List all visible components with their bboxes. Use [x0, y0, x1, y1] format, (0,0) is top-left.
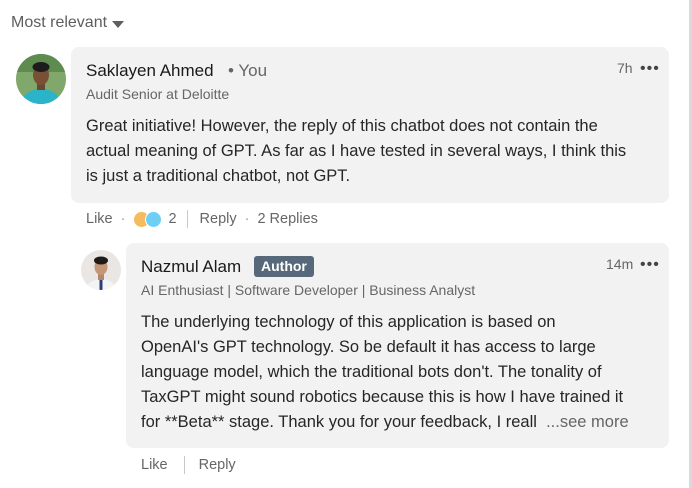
- reply-author-name[interactable]: Nazmul Alam: [141, 257, 241, 277]
- separator-dot: ·: [244, 211, 250, 227]
- reply-button[interactable]: Reply: [200, 211, 237, 227]
- avatar[interactable]: [16, 54, 66, 104]
- reply-body-line: language model, which the traditional bo…: [141, 363, 602, 381]
- divider: [183, 456, 185, 474]
- author-badge: Author: [254, 256, 314, 277]
- reply-body-line: The underlying technology of this applic…: [141, 313, 556, 331]
- reply-button[interactable]: Reply: [199, 457, 236, 473]
- more-options-icon[interactable]: •••: [640, 257, 660, 273]
- comment-body: Great initiative! However, the reply of …: [86, 114, 661, 189]
- comment-body-line: is just a traditional chatbot, not GPT.: [86, 167, 351, 185]
- avatar[interactable]: [81, 250, 121, 290]
- reply-bubble: Nazmul Alam Author AI Enthusiast | Softw…: [126, 243, 669, 448]
- more-options-icon[interactable]: •••: [640, 61, 660, 77]
- comment-author-name[interactable]: Saklayen Ahmed: [86, 61, 214, 81]
- see-more-link[interactable]: ...see more: [546, 413, 629, 431]
- sort-dropdown[interactable]: Most relevant: [11, 14, 125, 32]
- comment-timestamp: 7h: [617, 60, 633, 76]
- reply-timestamp: 14m: [606, 256, 634, 272]
- like-button[interactable]: Like: [141, 457, 168, 473]
- reply-body-line: TaxGPT might sound robotics because this…: [141, 388, 624, 406]
- separator-dot: ·: [120, 211, 126, 227]
- reactions-summary[interactable]: 2: [133, 210, 177, 228]
- divider: [186, 210, 188, 228]
- reply-actions: Like Reply: [141, 456, 236, 474]
- reaction-count: 2: [168, 211, 177, 227]
- caret-down-icon: [112, 20, 125, 28]
- comment-actions: Like · 2 Reply · 2 Replies: [86, 210, 318, 228]
- reply-body: The underlying technology of this applic…: [141, 310, 661, 435]
- comment-bubble: Saklayen Ahmed • You Audit Senior at Del…: [71, 47, 669, 203]
- you-tag: • You: [228, 61, 268, 80]
- comment-author-headline: Audit Senior at Deloitte: [86, 86, 230, 102]
- comment-body-line: Great initiative! However, the reply of …: [86, 117, 598, 135]
- sort-label: Most relevant: [11, 14, 108, 31]
- reply-body-line: for **Beta** stage. Thank you for your f…: [141, 410, 661, 435]
- comment-body-line: actual meaning of GPT. As far as I have …: [86, 142, 627, 160]
- like-button[interactable]: Like: [86, 211, 113, 227]
- reply-author-headline: AI Enthusiast | Software Developer | Bus…: [141, 282, 476, 298]
- replies-count-link[interactable]: 2 Replies: [257, 211, 317, 227]
- funny-reaction-icon: [145, 210, 163, 228]
- reply-body-line-text: for **Beta** stage. Thank you for your f…: [141, 413, 537, 431]
- reply-body-line: OpenAI's GPT technology. So be default i…: [141, 338, 596, 356]
